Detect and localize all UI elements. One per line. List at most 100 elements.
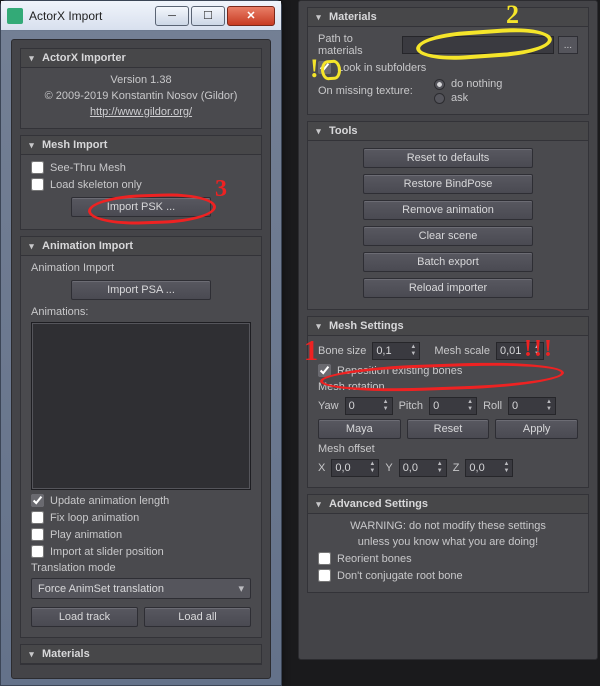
bone-size-input[interactable] bbox=[373, 345, 407, 357]
look-subfolders-checkbox[interactable]: Look in subfolders bbox=[318, 61, 578, 74]
spinner-up-icon[interactable]: ▲ bbox=[366, 461, 378, 468]
mesh-settings-header[interactable]: ▾ Mesh Settings bbox=[308, 317, 588, 336]
homepage-link[interactable]: http://www.gildor.org/ bbox=[31, 106, 251, 118]
roll-spinner[interactable]: ▲▼ bbox=[508, 397, 556, 415]
slider-pos-checkbox[interactable]: Import at slider position bbox=[31, 545, 251, 558]
bone-size-spinner[interactable]: ▲▼ bbox=[372, 342, 420, 360]
y-spinner[interactable]: ▲▼ bbox=[399, 459, 447, 477]
spinner-up-icon[interactable]: ▲ bbox=[531, 344, 543, 351]
conjugate-label: Don't conjugate root bone bbox=[337, 570, 463, 582]
materials-path-input[interactable] bbox=[402, 36, 554, 54]
skeleton-only-checkbox[interactable]: Load skeleton only bbox=[31, 178, 251, 191]
spinner-up-icon[interactable]: ▲ bbox=[500, 461, 512, 468]
reset-button[interactable]: Reset bbox=[407, 419, 490, 439]
materials-header[interactable]: ▾ Materials bbox=[308, 8, 588, 27]
spinner-up-icon[interactable]: ▲ bbox=[434, 461, 446, 468]
tools-body: Reset to defaults Restore BindPose Remov… bbox=[308, 141, 588, 309]
mesh-import-rollout: ▾ Mesh Import See-Thru Mesh Load skeleto… bbox=[20, 135, 262, 230]
clear-scene-button[interactable]: Clear scene bbox=[363, 226, 533, 246]
titlebar[interactable]: ActorX Import bbox=[1, 1, 281, 31]
fix-loop-checkbox[interactable]: Fix loop animation bbox=[31, 511, 251, 524]
play-anim-checkbox[interactable]: Play animation bbox=[31, 528, 251, 541]
remove-animation-button[interactable]: Remove animation bbox=[363, 200, 533, 220]
fix-loop-label: Fix loop animation bbox=[50, 512, 139, 524]
maximize-button[interactable] bbox=[191, 6, 225, 26]
pitch-input[interactable] bbox=[430, 400, 464, 412]
tools-header[interactable]: ▾ Tools bbox=[308, 122, 588, 141]
reorient-checkbox[interactable]: Reorient bones bbox=[318, 552, 578, 565]
spinner-down-icon[interactable]: ▼ bbox=[464, 406, 476, 413]
mesh-rotation-label: Mesh rotation bbox=[318, 381, 578, 393]
spinner-down-icon[interactable]: ▼ bbox=[407, 351, 419, 358]
see-thru-checkbox[interactable]: See-Thru Mesh bbox=[31, 161, 251, 174]
y-input[interactable] bbox=[400, 462, 434, 474]
batch-export-button[interactable]: Batch export bbox=[363, 252, 533, 272]
update-length-label: Update animation length bbox=[50, 495, 169, 507]
advanced-header[interactable]: ▾ Advanced Settings bbox=[308, 495, 588, 514]
close-button[interactable] bbox=[227, 6, 275, 26]
reorient-input[interactable] bbox=[318, 552, 331, 565]
x-spinner[interactable]: ▲▼ bbox=[331, 459, 379, 477]
bone-mesh-row: Bone size ▲▼ Mesh scale ▲▼ bbox=[318, 342, 578, 360]
spinner-down-icon[interactable]: ▼ bbox=[366, 468, 378, 475]
fix-loop-input[interactable] bbox=[31, 511, 44, 524]
mesh-scale-input[interactable] bbox=[497, 345, 531, 357]
y-label: Y bbox=[385, 462, 392, 474]
spinner-down-icon[interactable]: ▼ bbox=[380, 406, 392, 413]
spinner-up-icon[interactable]: ▲ bbox=[407, 344, 419, 351]
load-track-button[interactable]: Load track bbox=[31, 607, 138, 627]
spinner-down-icon[interactable]: ▼ bbox=[531, 351, 543, 358]
translation-mode-dropdown[interactable]: Force AnimSet translation bbox=[31, 578, 251, 599]
missing-ask-radio[interactable]: ask bbox=[434, 92, 502, 104]
roll-input[interactable] bbox=[509, 400, 543, 412]
play-anim-input[interactable] bbox=[31, 528, 44, 541]
advanced-body: WARNING: do not modify these settings un… bbox=[308, 514, 588, 592]
reposition-input[interactable] bbox=[318, 364, 331, 377]
spinner-down-icon[interactable]: ▼ bbox=[434, 468, 446, 475]
missing-do-nothing-radio[interactable]: do nothing bbox=[434, 78, 502, 90]
conjugate-input[interactable] bbox=[318, 569, 331, 582]
reposition-checkbox[interactable]: Reposition existing bones bbox=[318, 364, 578, 377]
spinner-up-icon[interactable]: ▲ bbox=[380, 399, 392, 406]
yaw-spinner[interactable]: ▲▼ bbox=[345, 397, 393, 415]
mesh-scale-spinner[interactable]: ▲▼ bbox=[496, 342, 544, 360]
header-rollout-header[interactable]: ▾ ActorX Importer bbox=[21, 49, 261, 68]
spinner-up-icon[interactable]: ▲ bbox=[543, 399, 555, 406]
update-length-input[interactable] bbox=[31, 494, 44, 507]
reset-defaults-button[interactable]: Reset to defaults bbox=[363, 148, 533, 168]
x-input[interactable] bbox=[332, 462, 366, 474]
restore-bindpose-button[interactable]: Restore BindPose bbox=[363, 174, 533, 194]
materials-browse-button[interactable]: ... bbox=[558, 36, 578, 54]
apply-button[interactable]: Apply bbox=[495, 419, 578, 439]
conjugate-checkbox[interactable]: Don't conjugate root bone bbox=[318, 569, 578, 582]
copyright-label: © 2009-2019 Konstantin Nosov (Gildor) bbox=[31, 90, 251, 102]
slider-pos-input[interactable] bbox=[31, 545, 44, 558]
twisty-icon: ▾ bbox=[27, 242, 36, 251]
skeleton-only-input[interactable] bbox=[31, 178, 44, 191]
left-materials-header[interactable]: ▾ Materials bbox=[21, 645, 261, 664]
bone-size-label: Bone size bbox=[318, 345, 366, 357]
look-subfolders-input[interactable] bbox=[318, 61, 331, 74]
pitch-spinner[interactable]: ▲▼ bbox=[429, 397, 477, 415]
minimize-button[interactable] bbox=[155, 6, 189, 26]
load-all-button[interactable]: Load all bbox=[144, 607, 251, 627]
materials-title: Materials bbox=[329, 11, 377, 23]
z-input[interactable] bbox=[466, 462, 500, 474]
yaw-input[interactable] bbox=[346, 400, 380, 412]
spinner-up-icon[interactable]: ▲ bbox=[464, 399, 476, 406]
see-thru-input[interactable] bbox=[31, 161, 44, 174]
update-length-checkbox[interactable]: Update animation length bbox=[31, 494, 251, 507]
materials-path-row: Path to materials ... bbox=[318, 33, 578, 57]
maya-button[interactable]: Maya bbox=[318, 419, 401, 439]
panel-body: ▾ ActorX Importer Version 1.38 © 2009-20… bbox=[11, 39, 271, 679]
import-psa-button[interactable]: Import PSA ... bbox=[71, 280, 211, 300]
reload-importer-button[interactable]: Reload importer bbox=[363, 278, 533, 298]
import-psk-button[interactable]: Import PSK ... bbox=[71, 197, 211, 217]
reposition-label: Reposition existing bones bbox=[337, 365, 462, 377]
animations-listbox[interactable] bbox=[31, 322, 251, 490]
animation-import-header[interactable]: ▾ Animation Import bbox=[21, 237, 261, 256]
mesh-import-header[interactable]: ▾ Mesh Import bbox=[21, 136, 261, 155]
spinner-down-icon[interactable]: ▼ bbox=[543, 406, 555, 413]
spinner-down-icon[interactable]: ▼ bbox=[500, 468, 512, 475]
z-spinner[interactable]: ▲▼ bbox=[465, 459, 513, 477]
